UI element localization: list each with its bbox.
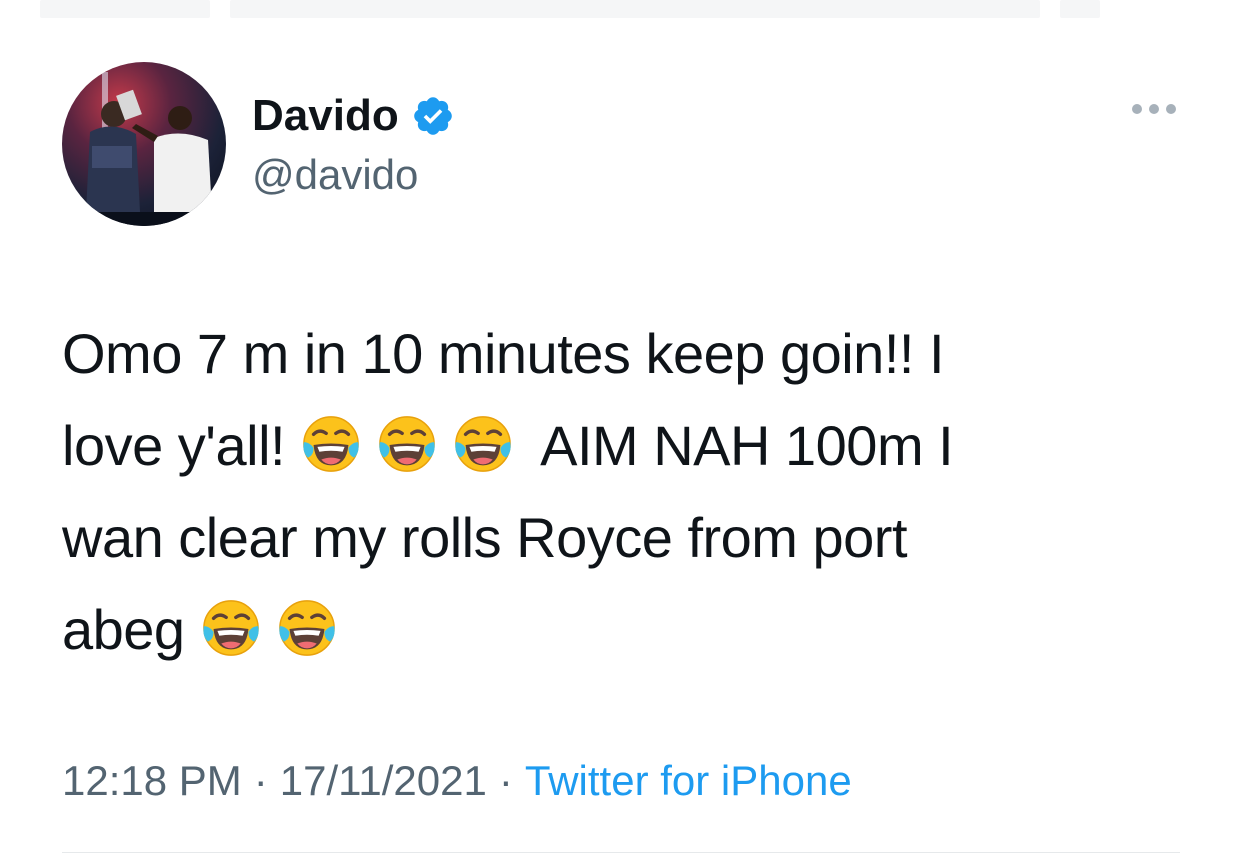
tweet-line: abeg <box>62 584 1182 676</box>
meta-separator: · <box>498 757 513 804</box>
verified-badge-icon <box>413 97 452 135</box>
top-strip <box>0 0 1242 22</box>
face-with-tears-of-joy-icon <box>452 413 514 475</box>
tweet-text-segment: abeg <box>62 598 200 661</box>
tweet-text-segment: wan clear my rolls Royce from port <box>62 506 908 569</box>
display-name[interactable]: Davido <box>252 92 399 140</box>
tweet-meta: 12:18 PM · 17/11/2021 · Twitter for iPhone <box>62 756 852 806</box>
tweet-line: Omo 7 m in 10 minutes keep goin!! I <box>62 308 1182 400</box>
avatar-image <box>62 62 226 226</box>
tweet-line: wan clear my rolls Royce from port <box>62 492 1182 584</box>
tweet-time[interactable]: 12:18 PM <box>62 757 242 804</box>
tweet-text: Omo 7 m in 10 minutes keep goin!! I love… <box>62 308 1182 676</box>
avatar[interactable] <box>62 62 226 226</box>
meta-separator: · <box>253 757 268 804</box>
tweet-text-segment: AIM NAH 100m I <box>528 414 954 477</box>
face-with-tears-of-joy-icon <box>300 413 362 475</box>
tweet-source-link[interactable]: Twitter for iPhone <box>525 757 852 804</box>
tweet-text-segment: love y'all! <box>62 414 301 477</box>
user-handle[interactable]: @davido <box>252 152 418 198</box>
more-options-icon[interactable] <box>1132 104 1176 114</box>
display-name-row: Davido <box>252 92 455 140</box>
face-with-tears-of-joy-icon <box>200 597 262 659</box>
tweet-line: love y'all! AIM NAH 100m I <box>62 400 1182 492</box>
tweet-text-segment: Omo 7 m in 10 minutes keep goin!! I <box>62 322 945 385</box>
tweet-date[interactable]: 17/11/2021 <box>280 757 487 804</box>
face-with-tears-of-joy-icon <box>276 597 338 659</box>
divider <box>62 852 1180 853</box>
face-with-tears-of-joy-icon <box>376 413 438 475</box>
